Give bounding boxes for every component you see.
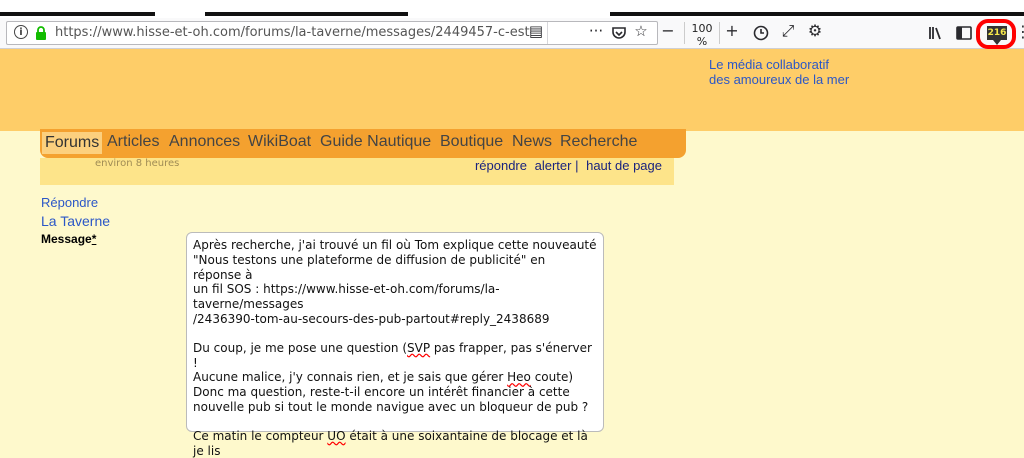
url-text[interactable]: https://www.hisse-et-oh.com/forums/la-ta…: [55, 25, 531, 41]
tab-indicator[interactable]: [610, 12, 1024, 16]
tab-indicator[interactable]: [0, 12, 155, 16]
info-icon[interactable]: i: [14, 25, 28, 39]
zoom-in-icon[interactable]: +: [720, 21, 744, 45]
url-bar[interactable]: i https://www.hisse-et-oh.com/forums/la-…: [6, 21, 658, 45]
extension-icon[interactable]: 216: [976, 19, 1016, 49]
message-textarea[interactable]: Après recherche, j'ai trouvé un fil où T…: [186, 232, 604, 458]
message-line: nouvelle pub si tout le monde navigue av…: [193, 399, 589, 414]
library-icon[interactable]: [924, 21, 948, 45]
site-nav: Forums Articles Annonces WikiBoat Guide …: [40, 129, 686, 158]
extension-badge: 216: [987, 26, 1007, 45]
zoom-level[interactable]: 100 %: [684, 22, 720, 48]
tagline-line2[interactable]: des amoureux de la mer: [709, 72, 849, 87]
message-line: /2436390-tom-au-secours-des-pub-partout#…: [193, 311, 550, 326]
browser-toolbar: i https://www.hisse-et-oh.com/forums/la-…: [0, 18, 1024, 49]
url-separator: [547, 22, 548, 44]
message-line: Ce matin le compteur UO était à une soix…: [193, 428, 588, 458]
site-tagline[interactable]: Le média collaboratif des amoureux de la…: [709, 57, 849, 87]
nav-boutique[interactable]: Boutique: [440, 133, 503, 151]
tagline-line1[interactable]: Le média collaboratif: [709, 57, 849, 72]
nav-news[interactable]: News: [512, 133, 552, 151]
sidebar-icon[interactable]: [952, 21, 976, 45]
more-icon[interactable]: ···: [585, 22, 607, 44]
pocket-icon[interactable]: [608, 22, 630, 44]
tab-strip: [0, 0, 1024, 18]
nav-articles[interactable]: Articles: [107, 133, 159, 151]
message-line: "Nous testons une plateforme de diffusio…: [193, 252, 546, 282]
message-label: Message*: [41, 232, 96, 246]
zoom-out-icon[interactable]: −: [656, 21, 680, 45]
fullscreen-icon[interactable]: ⤢: [776, 21, 800, 45]
nav-guide-nautique[interactable]: Guide Nautique: [320, 133, 431, 151]
menu-icon[interactable]: ⋮: [1015, 22, 1024, 41]
breadcrumb-reply[interactable]: Répondre: [41, 195, 98, 210]
reply-link[interactable]: répondre: [475, 158, 527, 173]
message-label-text: Message: [41, 232, 92, 246]
message-line: Après recherche, j'ai trouvé un fil où T…: [193, 238, 597, 252]
site-banner: Le média collaboratif des amoureux de la…: [0, 49, 1024, 131]
nav-forums[interactable]: Forums: [42, 132, 103, 154]
settings-icon[interactable]: ⚙: [803, 21, 827, 45]
post-time: environ 8 heures: [95, 158, 180, 169]
message-line: Donc ma question, reste-t-il encore un i…: [193, 385, 570, 400]
history-icon[interactable]: [749, 21, 773, 45]
breadcrumb-forum[interactable]: La Taverne: [41, 213, 110, 229]
required-marker: *: [91, 232, 97, 246]
nav-annonces[interactable]: Annonces: [169, 133, 240, 151]
top-link[interactable]: haut de page: [586, 158, 662, 173]
post-footer: environ 8 heures répondre alerter | haut…: [40, 158, 674, 185]
reader-view-icon[interactable]: ▤: [525, 22, 547, 44]
bookmark-star-icon[interactable]: ☆: [630, 22, 652, 44]
report-link[interactable]: alerter |: [535, 158, 579, 173]
message-line: Du coup, je me pose une question (SVP pa…: [193, 340, 592, 370]
lock-icon[interactable]: [35, 26, 47, 40]
post-links: répondre alerter | haut de page: [471, 158, 662, 173]
nav-wikiboat[interactable]: WikiBoat: [248, 133, 311, 151]
message-line: Aucune malice, j'y connais rien, et je s…: [193, 370, 574, 385]
nav-recherche[interactable]: Recherche: [560, 133, 637, 151]
message-line: un fil SOS : https://www.hisse-et-oh.com…: [193, 282, 500, 312]
tab-indicator[interactable]: [205, 12, 408, 16]
